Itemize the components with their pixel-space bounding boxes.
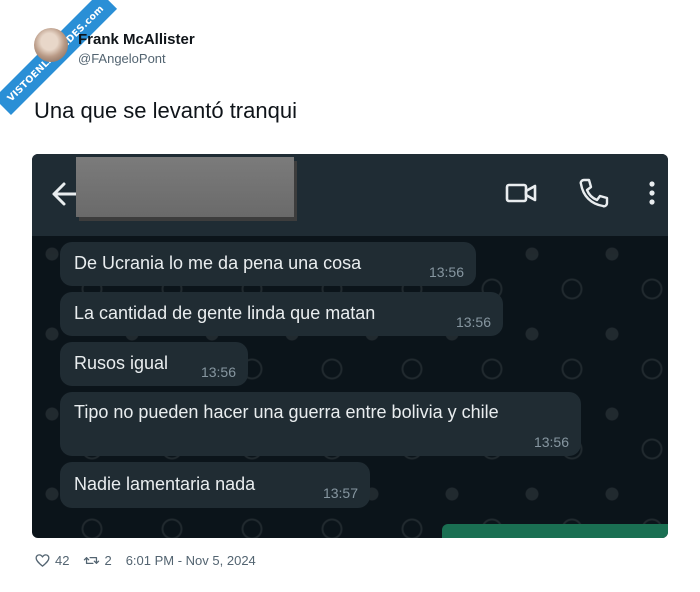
avatar[interactable]	[34, 28, 68, 62]
like-count: 42	[55, 553, 70, 568]
message-bubble[interactable]: Nadie lamentaria nada 13:57	[60, 462, 370, 508]
message-text: Nadie lamentaria nada	[74, 474, 256, 494]
tweet-card: Frank McAllister @FAngeloPont Una que se…	[18, 10, 688, 584]
message-text: Rusos igual	[74, 353, 169, 373]
tweet-footer: 42 2 6:01 PM - Nov 5, 2024	[34, 552, 256, 569]
message-time: 13:56	[455, 314, 491, 330]
message-time: 13:56	[428, 264, 464, 280]
chat-header	[32, 154, 668, 236]
compose-bar-edge	[442, 524, 668, 538]
message-bubble[interactable]: De Ucrania lo me da pena una cosa 13:56	[60, 242, 476, 286]
phone-icon[interactable]	[576, 176, 610, 210]
retweet-icon[interactable]	[83, 552, 100, 569]
message-text: Tipo no pueden hacer una guerra entre bo…	[74, 402, 499, 422]
message-bubble[interactable]: La cantidad de gente linda que matan 13:…	[60, 292, 503, 336]
tweet-text: Una que se levantó tranqui	[34, 98, 297, 123]
message-bubble[interactable]: Rusos igual 13:56	[60, 342, 248, 386]
tweet-timestamp[interactable]: 6:01 PM - Nov 5, 2024	[126, 553, 256, 568]
video-call-icon[interactable]	[504, 176, 538, 210]
retweet-count: 2	[104, 553, 112, 568]
chat-screenshot[interactable]: De Ucrania lo me da pena una cosa 13:56 …	[32, 154, 668, 538]
message-text: La cantidad de gente linda que matan	[74, 303, 376, 323]
more-vertical-icon[interactable]	[642, 176, 662, 210]
heart-icon[interactable]	[34, 552, 51, 569]
author-handle[interactable]: @FAngeloPont	[78, 51, 166, 66]
message-time: 13:57	[322, 485, 358, 501]
message-time: 13:56	[200, 364, 236, 380]
redacted-contact-name	[76, 157, 294, 217]
message-bubble[interactable]: Tipo no pueden hacer una guerra entre bo…	[60, 392, 581, 456]
author-name[interactable]: Frank McAllister	[78, 31, 195, 48]
message-text: De Ucrania lo me da pena una cosa	[74, 253, 362, 273]
message-time: 13:56	[533, 434, 569, 450]
